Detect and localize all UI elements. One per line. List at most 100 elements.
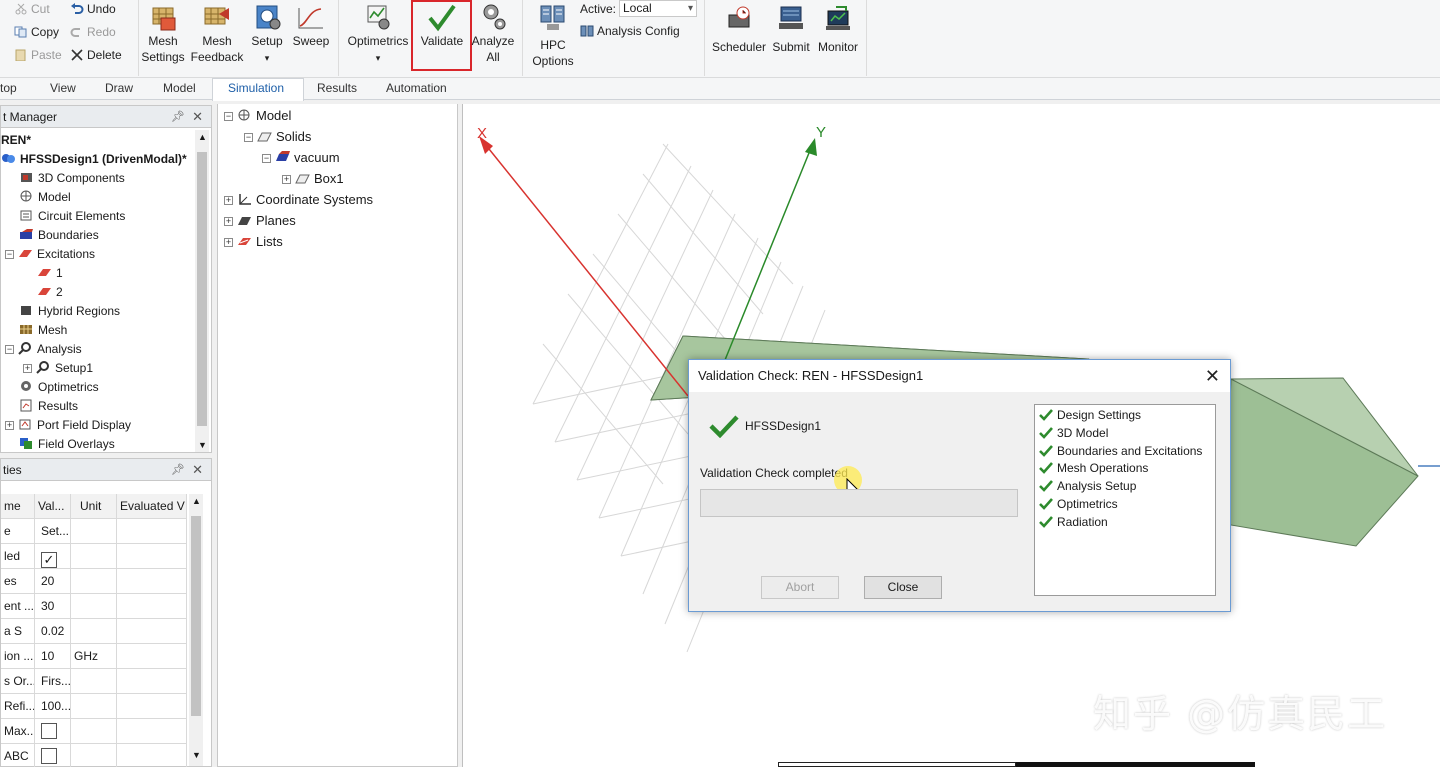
tree-item-model[interactable]: Model <box>19 188 71 206</box>
property-name-cell[interactable]: es <box>1 569 35 594</box>
tab-model[interactable]: Model <box>163 81 196 95</box>
property-evaluated-cell[interactable] <box>117 694 187 719</box>
collapse-toggle[interactable]: − <box>5 345 14 354</box>
close-icon[interactable]: ✕ <box>192 106 203 128</box>
property-value-cell[interactable]: 0.02 <box>35 619 71 644</box>
property-checkbox[interactable]: ✓ <box>41 552 57 568</box>
property-checkbox[interactable] <box>41 748 57 764</box>
properties-scrollbar[interactable]: ▲ ▼ <box>189 494 203 766</box>
tree-item-planes[interactable]: + Planes <box>224 212 296 230</box>
tree-item-port-field-display[interactable]: + Port Field Display <box>5 416 131 434</box>
collapse-toggle[interactable]: − <box>224 112 233 121</box>
tree-item-hybrid-regions[interactable]: Hybrid Regions <box>19 302 120 320</box>
expand-toggle[interactable]: + <box>224 217 233 226</box>
optimetrics-dropdown-arrow[interactable]: ▾ <box>376 53 381 63</box>
column-header-unit[interactable]: Unit <box>71 494 117 519</box>
tree-item-boundaries[interactable]: Boundaries <box>19 226 99 244</box>
property-name-cell[interactable]: s Or... <box>1 669 35 694</box>
expand-toggle[interactable]: + <box>282 175 291 184</box>
property-evaluated-cell[interactable] <box>117 669 187 694</box>
property-evaluated-cell[interactable] <box>117 519 187 544</box>
tree-item-model-root[interactable]: − Model <box>224 107 291 125</box>
tree-item-vacuum[interactable]: − vacuum <box>262 149 340 167</box>
collapse-toggle[interactable]: − <box>262 154 271 163</box>
tab-draw[interactable]: Draw <box>105 81 133 95</box>
dialog-close-icon[interactable]: ✕ <box>1205 360 1220 392</box>
collapse-toggle[interactable]: − <box>5 250 14 259</box>
property-unit-cell[interactable] <box>71 719 117 744</box>
property-unit-cell[interactable] <box>71 594 117 619</box>
setup-button[interactable]: Setup ▾ <box>246 4 288 66</box>
delete-button[interactable]: Delete <box>70 46 122 64</box>
project-node[interactable]: REN* <box>1 131 31 149</box>
tree-item-lists[interactable]: + Lists <box>224 233 283 251</box>
property-unit-cell[interactable] <box>71 544 117 569</box>
property-evaluated-cell[interactable] <box>117 744 187 767</box>
property-value-cell[interactable]: 10 <box>35 644 71 669</box>
copy-button[interactable]: Copy <box>14 23 59 41</box>
property-value-cell[interactable]: Firs... <box>35 669 71 694</box>
property-unit-cell[interactable] <box>71 569 117 594</box>
property-evaluated-cell[interactable] <box>117 719 187 744</box>
sweep-button[interactable]: Sweep <box>290 4 332 49</box>
property-name-cell[interactable]: e <box>1 519 35 544</box>
close-button[interactable]: Close <box>864 576 942 599</box>
scrollbar-thumb[interactable] <box>197 152 207 426</box>
property-unit-cell[interactable] <box>71 694 117 719</box>
property-name-cell[interactable]: ion ... <box>1 644 35 669</box>
property-unit-cell[interactable]: GHz <box>71 644 117 669</box>
tree-item-results[interactable]: Results <box>19 397 78 415</box>
monitor-button[interactable]: Monitor <box>814 0 862 55</box>
property-unit-cell[interactable] <box>71 519 117 544</box>
tab-simulation[interactable]: Simulation <box>228 81 284 95</box>
property-name-cell[interactable]: Refi... <box>1 694 35 719</box>
property-name-cell[interactable]: ABC <box>1 744 35 767</box>
property-unit-cell[interactable] <box>71 744 117 767</box>
active-machine-select[interactable]: Local <box>619 0 697 17</box>
tree-item-mesh[interactable]: Mesh <box>19 321 67 339</box>
property-value-cell[interactable]: 20 <box>35 569 71 594</box>
expand-toggle[interactable]: + <box>5 421 14 430</box>
property-name-cell[interactable]: a S <box>1 619 35 644</box>
property-evaluated-cell[interactable] <box>117 594 187 619</box>
optimetrics-button[interactable]: Optimetrics ▾ <box>345 4 411 66</box>
abort-button[interactable]: Abort <box>761 576 839 599</box>
tree-item-port-2[interactable]: 2 <box>37 283 63 301</box>
property-evaluated-cell[interactable] <box>117 644 187 669</box>
column-header-evaluated[interactable]: Evaluated V <box>117 494 187 519</box>
tree-item-port-1[interactable]: 1 <box>37 264 63 282</box>
setup-dropdown-arrow[interactable]: ▾ <box>265 53 270 63</box>
mesh-feedback-button[interactable]: Mesh Feedback <box>190 4 244 65</box>
property-checkbox[interactable] <box>41 723 57 739</box>
pin-icon[interactable]: 📌︎ <box>171 106 185 128</box>
expand-toggle[interactable]: + <box>224 238 233 247</box>
property-unit-cell[interactable] <box>71 669 117 694</box>
project-manager-scrollbar[interactable]: ▲ ▼ <box>195 130 209 452</box>
property-value-cell[interactable]: ✓ <box>35 544 71 569</box>
expand-toggle[interactable]: + <box>224 196 233 205</box>
tree-item-setup1[interactable]: + Setup1 <box>23 359 93 377</box>
tab-results[interactable]: Results <box>317 81 357 95</box>
tree-item-coordinate-systems[interactable]: + Coordinate Systems <box>224 191 373 209</box>
close-icon[interactable]: ✕ <box>192 459 203 481</box>
redo-button[interactable]: Redo <box>70 23 116 41</box>
tree-item-optimetrics[interactable]: Optimetrics <box>19 378 99 396</box>
analysis-config-button[interactable]: Analysis Config <box>580 22 680 40</box>
property-name-cell[interactable]: led <box>1 544 35 569</box>
scheduler-button[interactable]: Scheduler <box>710 0 768 55</box>
tab-desktop[interactable]: top <box>0 81 17 95</box>
hpc-options-button[interactable]: HPC Options <box>526 0 580 69</box>
property-value-cell[interactable]: 30 <box>35 594 71 619</box>
property-evaluated-cell[interactable] <box>117 619 187 644</box>
scrollbar-thumb[interactable] <box>191 516 201 716</box>
column-header-value[interactable]: Val... <box>35 494 71 519</box>
mesh-settings-button[interactable]: Mesh Settings <box>140 4 186 65</box>
tree-item-excitations[interactable]: − Excitations <box>5 245 95 263</box>
tab-automation[interactable]: Automation <box>386 81 447 95</box>
property-value-cell[interactable]: 100... <box>35 694 71 719</box>
pin-icon[interactable]: 📌︎ <box>171 459 185 481</box>
tree-item-box1[interactable]: + Box1 <box>282 170 344 188</box>
submit-button[interactable]: Submit <box>768 0 814 55</box>
property-value-cell[interactable] <box>35 719 71 744</box>
paste-button[interactable]: Paste <box>14 46 62 64</box>
